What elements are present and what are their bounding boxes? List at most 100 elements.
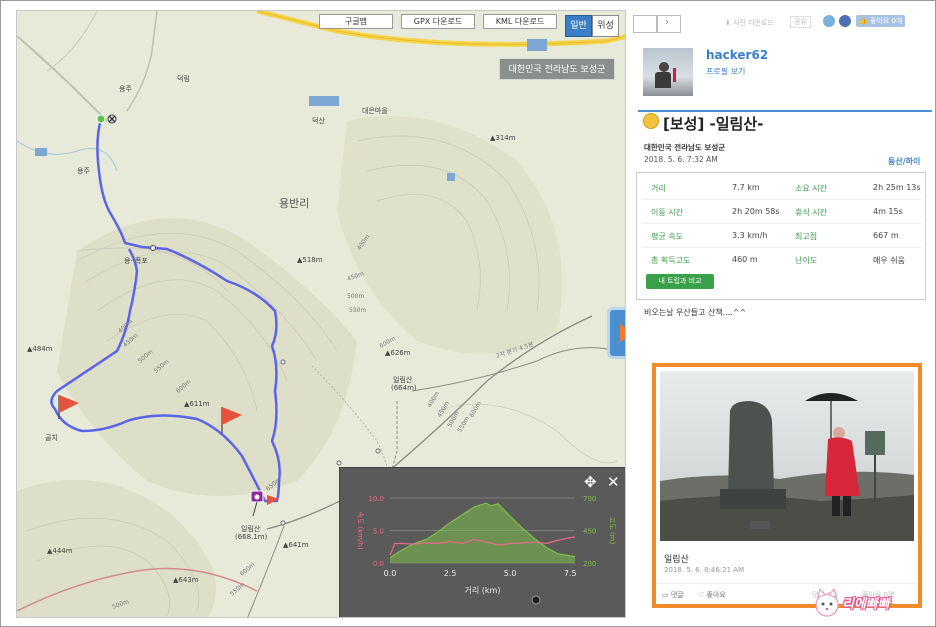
stat-value: 4m 15s <box>873 207 903 216</box>
right-tick-label: 700 <box>583 495 596 503</box>
map-label-yongju: 용주 <box>77 167 90 175</box>
prev-button[interactable] <box>633 15 657 33</box>
photo-download-button[interactable]: ⬇ 사진 다운로드 <box>725 18 774 28</box>
right-tick-label: 450 <box>583 528 596 536</box>
move-icon[interactable]: ✥ <box>584 473 597 491</box>
heart-icon: ♡ <box>698 591 705 599</box>
trip-side-panel: › ⬇ 사진 다운로드 공유 👍 좋아요 0개 hacker62 프로필 보기 … <box>630 10 932 618</box>
watermark-text: 리에빠빠 <box>842 597 890 612</box>
camera-icon <box>250 490 264 517</box>
share-button[interactable]: 공유 <box>790 16 811 28</box>
stat-value: 667 m <box>873 231 899 240</box>
divider <box>638 110 932 112</box>
chevron-right-icon: › <box>665 17 669 28</box>
kml-download-button[interactable]: KML 다운로드 <box>483 14 557 29</box>
left-tick-label: 0.0 <box>373 560 384 568</box>
elevation-label: ▲626m <box>385 349 411 357</box>
photo-like-label: 좋아요 <box>706 591 726 599</box>
left-axis-label: 속도 (km/h) <box>356 511 364 550</box>
region-badge: 대한민국 전라남도 보성군 <box>499 58 615 80</box>
thumb-up-icon: 👍 <box>859 17 868 25</box>
photo-download-label: 사진 다운로드 <box>733 19 774 27</box>
right-axis-label: 고도 (m) <box>608 517 616 545</box>
elevation-chart: 0.0 2.5 5.0 7.5 0.0 5.0 10.0 200 450 700 거리 (km) 속도… <box>356 473 620 605</box>
elevation-panel[interactable]: 0.0 2.5 5.0 7.5 0.0 5.0 10.0 200 450 700 거리 (km) 속도… <box>339 467 625 617</box>
username-link[interactable]: hacker62 <box>706 48 768 62</box>
download-icon: ⬇ <box>725 19 731 27</box>
watermark-logo: 리에빠빠 <box>812 585 932 621</box>
elevation-label: ▲641m <box>283 541 309 549</box>
stat-value: 3.3 km/h <box>732 231 768 240</box>
stat-label: 최고점 <box>795 232 818 241</box>
photo-like-button[interactable]: ♡ 좋아요 <box>698 590 726 600</box>
stat-value: 2h 20m 58s <box>732 207 780 216</box>
elevation-label: ▲314m <box>490 134 516 142</box>
x-tick-label: 2.5 <box>444 569 457 578</box>
map-type-normal-button[interactable]: 일반 <box>565 15 592 37</box>
map-label-deoksan: 덕산 <box>312 117 325 125</box>
facebook-icon[interactable] <box>839 15 851 27</box>
left-tick-label: 5.0 <box>373 528 384 536</box>
stat-label: 이동 시간 <box>651 208 683 217</box>
map-label-village: 용반리 <box>279 197 310 210</box>
compare-trip-button[interactable]: 내 트립과 비교 <box>646 274 714 289</box>
elevation-label: ▲611m <box>184 400 210 408</box>
map-view[interactable]: 구글맵 GPX 다운로드 KML 다운로드 일반 위성 대한민국 전라남도 보성… <box>16 10 626 618</box>
gpx-download-button[interactable]: GPX 다운로드 <box>401 14 475 29</box>
stat-value: 460 m <box>732 255 758 264</box>
trip-title: [보성] -일림산- <box>663 115 764 133</box>
stat-label: 소요 시간 <box>795 184 827 193</box>
map-type-satellite-button[interactable]: 위성 <box>592 15 619 37</box>
close-icon[interactable]: ✕ <box>607 473 620 491</box>
trip-date: 2018. 5. 6. 7:32 AM <box>644 155 718 164</box>
map-label-deokrim: 덕림 <box>177 75 190 83</box>
photo-image <box>660 371 914 541</box>
map-label-waterfall: 용··폭포 <box>124 257 148 265</box>
photo-date: 2018. 5. 6. 8:46:21 AM <box>664 566 745 574</box>
stat-label: 평균 속도 <box>651 232 683 241</box>
twitter-icon[interactable] <box>823 15 835 27</box>
trip-photo[interactable] <box>660 371 914 541</box>
elevation-label: ▲643m <box>173 576 199 584</box>
x-axis-label: 거리 (km) <box>465 586 501 595</box>
map-label-ilimsan-start-elev: (668.1m) <box>235 533 268 541</box>
stat-value: 7.7 km <box>732 183 760 192</box>
avatar[interactable] <box>643 48 693 96</box>
map-marker-dot <box>531 595 541 605</box>
play-arrow-icon <box>620 324 625 342</box>
map-label-yongju-top: 용주 <box>119 85 132 93</box>
comment-button[interactable]: ▭ 댓글 <box>662 590 684 600</box>
like-label: 좋아요 0개 <box>869 17 903 25</box>
profile-link[interactable]: 프로필 보기 <box>706 66 745 77</box>
contour-label: 500m <box>347 293 365 300</box>
right-tick-label: 200 <box>583 560 596 568</box>
cat-mascot-icon <box>815 587 839 617</box>
stat-label: 난이도 <box>795 256 818 265</box>
photo-card[interactable]: 일림산 2018. 5. 6. 8:46:21 AM ▭ 댓글 ♡ 좋아요 댓글… <box>652 363 922 608</box>
stat-label: 총 획득고도 <box>651 256 691 265</box>
panel-toggle-button[interactable] <box>607 307 625 359</box>
x-tick-label: 0.0 <box>384 569 397 578</box>
comment-icon: ▭ <box>662 591 669 599</box>
trip-description: 비오는날 우산들고 산책....^^ <box>644 308 747 317</box>
google-map-button[interactable]: 구글맵 <box>319 14 393 29</box>
map-label-golchi: 골치 <box>45 434 58 442</box>
photo-title: 일림산 <box>664 555 689 565</box>
map-label-daeeun: 대은마을 <box>362 107 388 115</box>
trip-location: 대한민국 전라남도 보성군 <box>644 143 726 152</box>
next-button[interactable]: › <box>657 15 681 33</box>
like-button[interactable]: 👍 좋아요 0개 <box>856 15 906 27</box>
comment-label: 댓글 <box>670 591 684 599</box>
activity-type-link[interactable]: 등산/하이 <box>888 156 920 167</box>
elevation-label: ▲518m <box>297 256 323 264</box>
stat-value: 매우 쉬움 <box>873 256 905 265</box>
stat-label: 휴식 시간 <box>795 208 827 217</box>
contour-label: 550m <box>349 307 367 314</box>
x-tick-label: 7.5 <box>564 569 577 578</box>
stat-label: 거리 <box>651 184 666 193</box>
trip-type-icon <box>643 113 659 129</box>
x-tick-label: 5.0 <box>504 569 517 578</box>
left-tick-label: 10.0 <box>368 495 384 503</box>
map-label-ilimsan-elev: (664m) <box>391 384 417 392</box>
elevation-label: ▲444m <box>47 547 73 555</box>
